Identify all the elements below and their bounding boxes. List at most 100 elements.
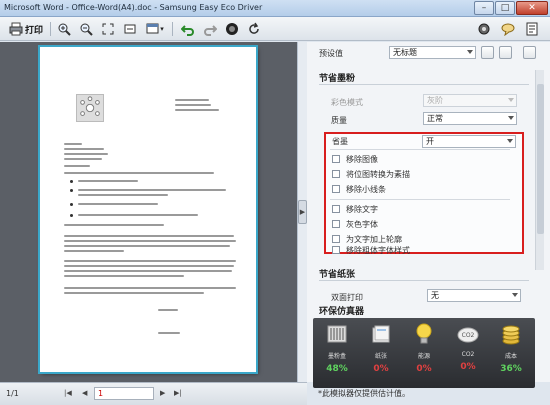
color-mode-label: 彩色模式 [331,98,363,107]
eco-value: 0% [373,364,389,374]
preset-select[interactable]: 无标题 [389,46,476,59]
minimize-button[interactable]: – [474,1,494,15]
settings-button[interactable] [476,21,492,37]
quality-select[interactable]: 正常 [423,112,517,125]
scrollbar-thumb[interactable] [537,84,544,234]
print-button[interactable]: 打印 [6,21,46,37]
next-page-button[interactable]: ▶ [160,389,165,397]
text-line [64,250,124,252]
collapse-handle-icon[interactable]: ▶ [298,200,307,224]
section-divider [319,84,529,85]
redo-button[interactable] [202,21,218,37]
text-line [64,158,102,160]
text-line [175,104,211,106]
bullet [70,203,73,206]
print-icon [9,22,23,36]
checkbox[interactable] [332,246,340,254]
toner-save-select[interactable]: 开 [422,135,516,148]
text-line [78,180,138,182]
delete-preset-button[interactable] [523,46,536,59]
zoom-out-button[interactable] [78,21,94,37]
checkbox[interactable] [332,220,340,228]
paper-stack-icon [372,325,390,343]
document-page-preview [40,47,256,372]
text-line [78,214,198,216]
option-remove-text[interactable]: 移除文字 [332,203,378,215]
checkbox[interactable] [332,235,340,243]
redo-icon [204,25,217,36]
fit-page-button[interactable] [100,21,116,37]
stop-icon [226,23,238,35]
chevron-down-icon [512,293,518,297]
option-remove-images[interactable]: 移除图像 [332,153,378,165]
duplex-select[interactable]: 无 [427,289,521,302]
text-line [64,287,236,289]
option-gray-font[interactable]: 灰色字体 [332,218,378,230]
close-button[interactable]: ✕ [516,1,548,15]
window-controls: – □ ✕ [473,1,548,15]
bullet [70,189,73,192]
checkbox[interactable] [332,205,340,213]
text-line [175,109,219,111]
eco-simulator-panel: 墨粉盒 48% 纸张 0% 能源 0% CO2 CO2 0% 成本 36% [313,318,535,388]
checkbox[interactable] [332,170,340,178]
settings-vertical-scrollbar[interactable] [535,70,544,270]
preset-value: 无标题 [393,48,417,57]
text-line [64,245,230,247]
paper-save-section-title: 节省纸张 [319,270,356,280]
option-remove-bold[interactable]: 移除粗体字体样式 [332,244,410,256]
page-number-input[interactable]: 1 [94,387,154,400]
refresh-icon [249,22,259,34]
preview-pane[interactable]: ◀ ▶ [0,42,297,382]
checkbox[interactable] [332,155,340,163]
stop-button[interactable] [224,21,240,37]
undo-button[interactable] [180,21,196,37]
toolbar-separator [50,22,51,36]
print-label: 打印 [24,25,43,36]
last-page-button[interactable]: ▶| [174,389,182,397]
checkbox[interactable] [332,185,340,193]
option-bitmap-to-sketch[interactable]: 将位图转换为素描 [332,168,410,180]
quality-label: 质量 [331,116,347,125]
page-count: 1/1 [6,389,19,398]
eco-item-toner: 墨粉盒 48% [317,322,357,374]
fit-width-button[interactable] [122,21,138,37]
text-line [64,270,232,272]
page-number-value: 1 [98,389,104,398]
info-button[interactable] [524,21,540,37]
first-page-button[interactable]: |◀ [64,389,72,397]
toner-cartridge-icon [327,325,347,343]
refresh-button[interactable] [246,21,262,37]
fit-width-icon [124,24,136,34]
help-button[interactable] [500,21,516,37]
text-line [64,172,214,174]
text-line [64,224,164,226]
eco-value: 0% [460,362,476,372]
toner-save-value: 开 [426,137,434,146]
quality-value: 正常 [427,114,443,123]
new-preset-button[interactable] [481,46,494,59]
text-line [64,292,204,294]
text-line [78,194,168,196]
text-line [64,265,234,267]
coin-stack-icon [502,325,520,345]
text-line [175,99,209,101]
undo-icon [181,25,194,36]
chevron-down-icon [508,116,514,120]
eco-value: 36% [500,364,522,374]
eco-simulator-header: 环保仿真器 [307,303,550,317]
toner-save-section-title: 节省墨粉 [319,74,356,84]
text-line [64,235,234,237]
copy-preset-button[interactable] [499,46,512,59]
title-bar: Microsoft Word - Office-Word(A4).doc - S… [0,0,550,17]
status-bar: 1/1 |◀ ◀ 1 ▶ ▶| [0,382,307,405]
view-mode-button[interactable]: ▾ [144,21,166,37]
option-remove-small-lines[interactable]: 移除小线条 [332,183,386,195]
settings-icon [478,23,490,35]
maximize-button[interactable]: □ [495,1,515,15]
eco-item-energy: 能源 0% [404,322,444,374]
prev-page-button[interactable]: ◀ [82,389,87,397]
zoom-in-button[interactable] [56,21,72,37]
eco-item-cost: 成本 36% [491,322,531,374]
color-mode-select[interactable]: 灰阶 [423,94,517,107]
